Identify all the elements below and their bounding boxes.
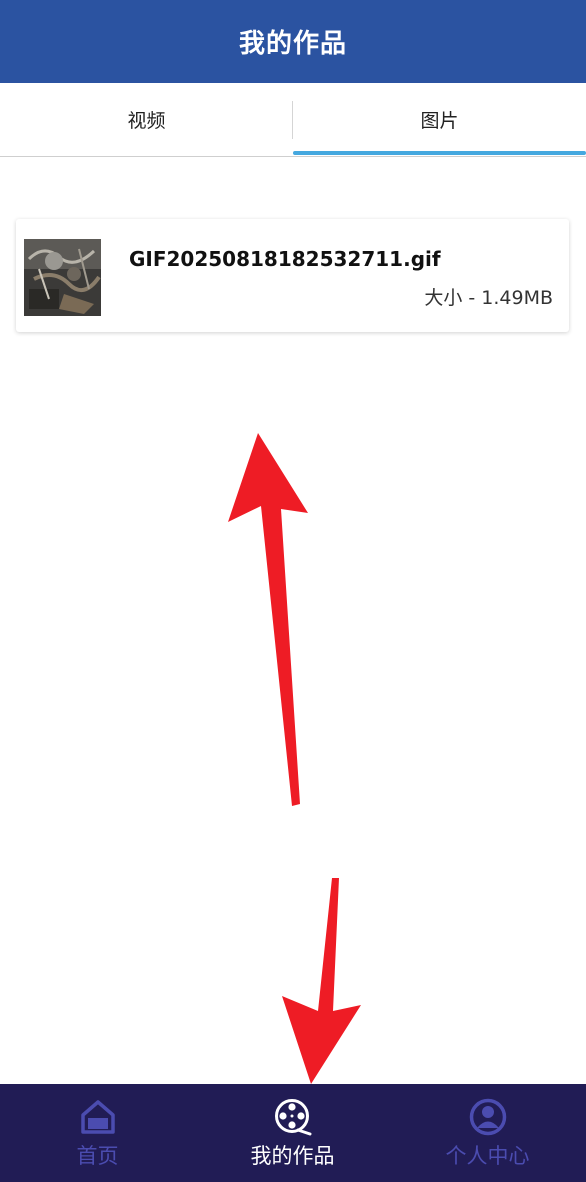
arrow-down-icon: [282, 878, 361, 1084]
tab-images[interactable]: 图片: [293, 83, 586, 156]
nav-label-profile: 个人中心: [445, 1144, 530, 1168]
nav-item-profile[interactable]: 个人中心: [390, 1084, 585, 1182]
bottom-navigation: 首页 我的作品 个人中心: [0, 1084, 586, 1182]
film-reel-icon: [275, 1099, 312, 1136]
tab-bar: 视频 图片: [0, 83, 586, 157]
tab-images-label: 图片: [420, 110, 459, 132]
image-thumbnail[interactable]: [24, 239, 101, 316]
user-icon: [469, 1098, 507, 1136]
tab-videos[interactable]: 视频: [0, 83, 293, 156]
active-tab-indicator: [293, 151, 586, 155]
annotation-overlay: [228, 433, 361, 1084]
tab-videos-label: 视频: [127, 110, 166, 132]
file-size: 大小 - 1.49MB: [424, 287, 553, 309]
page-title-bar: 我的作品: [0, 0, 586, 83]
nav-item-home[interactable]: 首页: [0, 1084, 195, 1182]
file-name: GIF20250818182532711.gif: [129, 247, 441, 271]
nav-item-my-works[interactable]: 我的作品: [195, 1084, 390, 1182]
thumbnail-image: [24, 239, 101, 316]
arrow-up-icon: [228, 433, 308, 806]
list-item[interactable]: GIF20250818182532711.gif 大小 - 1.49MB: [16, 219, 569, 332]
home-icon: [81, 1100, 115, 1134]
nav-label-my-works: 我的作品: [250, 1144, 335, 1168]
nav-label-home: 首页: [76, 1144, 119, 1168]
page-title: 我的作品: [238, 29, 347, 59]
